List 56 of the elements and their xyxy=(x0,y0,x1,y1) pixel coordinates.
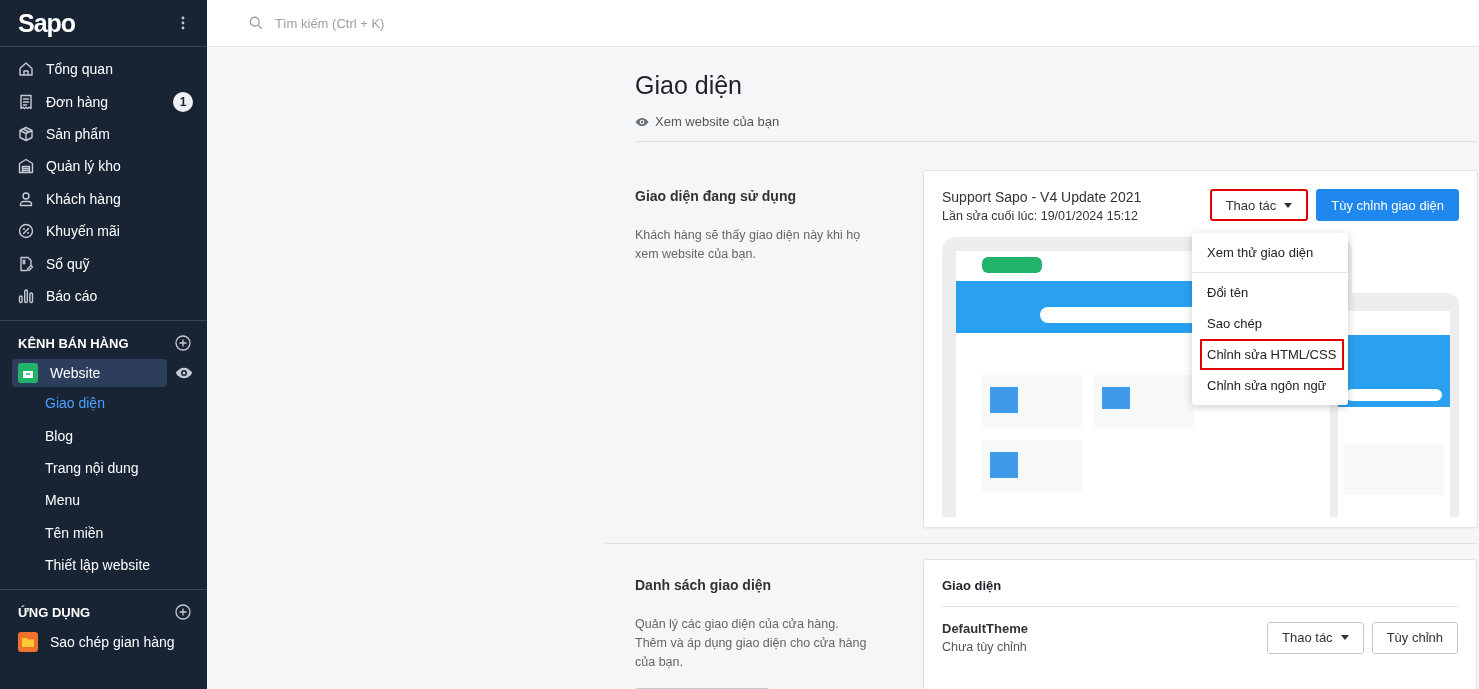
sidebar-item[interactable]: Sao chép gian hàng xyxy=(12,628,193,657)
nav-item[interactable]: Báo cáo xyxy=(0,279,207,313)
dropdown-option[interactable]: Chỉnh sửa HTML/CSS xyxy=(1200,339,1344,370)
cashbook-icon xyxy=(18,255,34,272)
actions-button[interactable]: Thao tác xyxy=(1209,189,1309,221)
customize-button[interactable]: Tùy chỉnh xyxy=(1371,621,1458,654)
theme-name: Support Sapo - V4 Update 2021 xyxy=(942,189,1142,205)
last-edited-text: Lần sửa cuối lúc: 19/01/2024 15:12 xyxy=(942,209,1139,223)
nav-item[interactable]: Khách hàng xyxy=(0,182,207,215)
box-icon xyxy=(18,125,34,142)
section-title: KÊNH BÁN HÀNG xyxy=(18,335,129,351)
receipt-icon xyxy=(18,93,34,110)
nav-item[interactable]: Tổng quan xyxy=(0,53,207,86)
caret-icon xyxy=(1284,202,1293,208)
nav-item[interactable]: Sản phẩm xyxy=(0,117,207,151)
discount-icon xyxy=(18,223,34,240)
card-title: Giao diện xyxy=(942,578,1458,607)
section-title: ỨNG DỤNG xyxy=(18,604,91,620)
submenu-item[interactable]: Thiết lập website xyxy=(0,549,207,582)
submenu-item[interactable]: Tên miền xyxy=(0,516,207,550)
search-icon xyxy=(249,16,263,30)
caret-icon xyxy=(1340,635,1349,640)
dropdown-option[interactable]: Sao chép xyxy=(1200,308,1344,339)
theme-status: Chưa tùy chỉnh xyxy=(942,640,1028,654)
sapo-logo[interactable]: Sapo xyxy=(18,8,76,38)
submenu-item[interactable]: Blog xyxy=(0,419,207,452)
section-description: Quản lý các giao diện của cửa hàng. Thêm và áp dụng giao diện cho cửa hàng của bạn. xyxy=(635,616,868,671)
store-icon xyxy=(18,363,38,384)
nav-item[interactable]: Khuyến mãi xyxy=(0,214,207,248)
page-title: Giao diện xyxy=(635,71,744,100)
section-description: Khách hàng sẽ thấy giao diện này khi họ xem website của bạn. xyxy=(635,227,862,263)
submenu-item[interactable]: Giao diện xyxy=(0,387,207,420)
bar-chart-icon xyxy=(18,287,34,304)
dropdown-option[interactable]: Đổi tên xyxy=(1200,277,1344,308)
add-icon[interactable] xyxy=(175,604,191,621)
sidebar-item[interactable]: Website xyxy=(12,359,167,388)
search-field[interactable]: Tìm kiếm (Ctrl + K) xyxy=(273,14,609,32)
view-website-link[interactable]: Xem website của bạn xyxy=(655,114,780,129)
theme-name: DefaultTheme xyxy=(942,621,1028,636)
nav-item[interactable]: Đơn hàng 1 xyxy=(0,85,207,118)
count-badge: 1 xyxy=(173,91,193,112)
dropdown-option[interactable]: Chỉnh sửa ngôn ngữ xyxy=(1200,370,1344,401)
add-icon[interactable] xyxy=(175,335,191,352)
warehouse-icon xyxy=(18,158,34,175)
nav-item[interactable]: Quản lý kho xyxy=(0,150,207,183)
dropdown-option[interactable]: Xem thử giao diện xyxy=(1200,237,1344,268)
customize-theme-button[interactable]: Tùy chỉnh giao diện xyxy=(1316,189,1459,221)
submenu-item[interactable]: Menu xyxy=(0,484,207,517)
home-icon xyxy=(18,61,34,78)
nav-item[interactable]: Sổ quỹ xyxy=(0,247,207,280)
folder-icon xyxy=(18,632,38,653)
submenu-item[interactable]: Trang nội dung xyxy=(0,451,207,485)
actions-button[interactable]: Thao tác xyxy=(1267,621,1364,654)
section-heading: Danh sách giao diện xyxy=(635,577,773,593)
section-heading: Giao diện đang sử dụng xyxy=(635,188,798,204)
person-icon xyxy=(18,190,34,207)
